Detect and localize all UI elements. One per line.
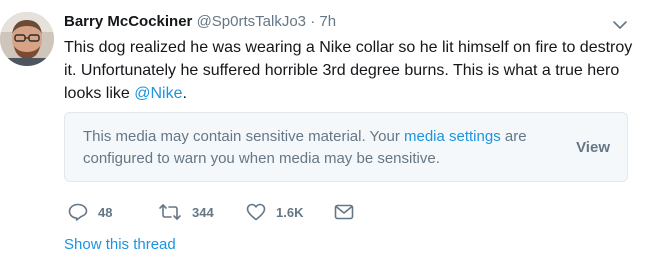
sensitive-media-text: This media may contain sensitive materia… xyxy=(83,126,563,170)
like-button[interactable]: 1.6K xyxy=(246,200,303,224)
direct-message-button[interactable] xyxy=(334,200,354,224)
like-count: 1.6K xyxy=(276,204,304,220)
reply-button[interactable]: 48 xyxy=(68,200,112,224)
tweet-text-end: . xyxy=(182,85,187,102)
tweet-header: Barry McCockiner @Sp0rtsTalkJo3 · 7h xyxy=(64,12,336,32)
tweet-actions: 48 344 1.6K xyxy=(64,200,384,224)
user-avatar-icon xyxy=(0,12,54,66)
retweet-button[interactable]: 344 xyxy=(158,200,214,224)
avatar[interactable] xyxy=(0,12,54,66)
reply-icon xyxy=(68,203,88,221)
heart-icon xyxy=(246,203,266,221)
tweet: Barry McCockiner @Sp0rtsTalkJo3 · 7h Thi… xyxy=(0,0,646,268)
author-name[interactable]: Barry McCockiner xyxy=(64,13,192,30)
author-handle[interactable]: @Sp0rtsTalkJo3 xyxy=(197,13,306,30)
mention-link[interactable]: @Nike xyxy=(134,85,182,102)
envelope-icon xyxy=(334,204,354,220)
view-button[interactable]: View xyxy=(576,139,610,156)
sensitive-media-warning: This media may contain sensitive materia… xyxy=(64,112,628,182)
tweet-text: This dog realized he was wearing a Nike … xyxy=(64,36,639,105)
retweet-count: 344 xyxy=(192,204,214,220)
timestamp[interactable]: 7h xyxy=(319,13,336,30)
reply-count: 48 xyxy=(98,204,113,220)
media-settings-link[interactable]: media settings xyxy=(404,128,501,145)
retweet-icon xyxy=(158,203,182,221)
separator: · xyxy=(310,13,316,30)
sensitive-text-start: This media may contain sensitive materia… xyxy=(83,128,404,145)
chevron-down-icon[interactable] xyxy=(612,18,628,30)
show-thread-link[interactable]: Show this thread xyxy=(64,236,176,253)
